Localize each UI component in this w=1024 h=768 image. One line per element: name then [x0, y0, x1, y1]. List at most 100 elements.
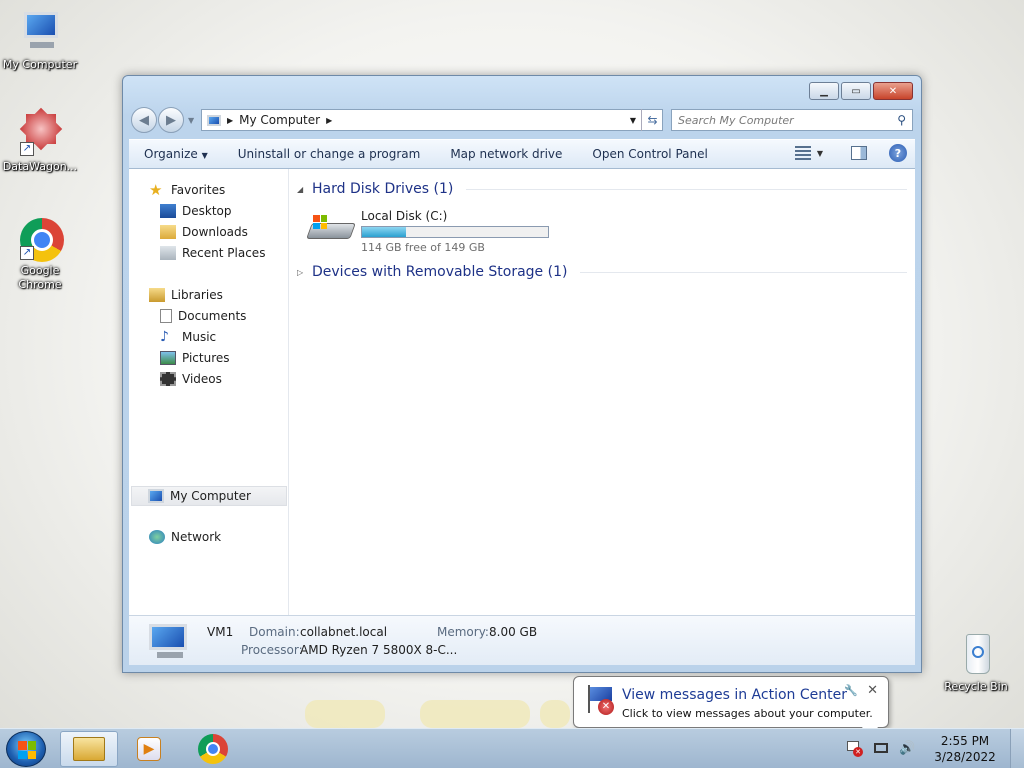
datawagon-icon: ↗: [16, 107, 64, 158]
minimize-button[interactable]: ▁: [809, 82, 839, 100]
computer-icon: [148, 489, 164, 503]
taskbar-chrome-button[interactable]: [184, 731, 242, 767]
drive-usage-fill: [362, 227, 406, 237]
computer-icon: [207, 114, 221, 126]
nav-recent-places[interactable]: Recent Places: [160, 246, 265, 260]
show-desktop-button[interactable]: [1010, 729, 1024, 768]
network-icon: [149, 530, 165, 544]
nav-videos[interactable]: Videos: [160, 372, 222, 386]
hard-drive-icon: [306, 209, 356, 245]
desktop-icon-recycle-bin[interactable]: Recycle Bin: [936, 632, 1016, 694]
breadcrumb-my-computer[interactable]: My Computer: [239, 113, 320, 127]
taskbar: ▶ ✕ 🔊 2:55 PM 3/28/2022: [0, 728, 1024, 768]
maximize-button[interactable]: ▭: [841, 82, 871, 100]
preview-pane-icon[interactable]: [851, 146, 867, 160]
desktop-icon-label: Recycle Bin: [944, 680, 1008, 693]
forward-button[interactable]: ▶: [158, 107, 184, 133]
desktop-icon-datawagon[interactable]: ↗ DataWagon...: [0, 107, 80, 174]
notification-close-button[interactable]: ✕: [867, 683, 878, 698]
desktop-icon-label: My Computer: [2, 58, 78, 71]
arrow-right-icon: ▶: [166, 112, 176, 128]
wallpaper-decoration: [540, 700, 570, 728]
star-icon: ★: [149, 181, 163, 199]
collapse-triangle-icon: ◢: [297, 184, 304, 194]
breadcrumb-arrow-icon[interactable]: ▶: [227, 116, 233, 125]
processor-label: Processor:: [241, 643, 303, 657]
processor-value: AMD Ryzen 7 5800X 8-C...: [300, 643, 458, 657]
window-controls: ▁ ▭ ✕: [809, 82, 913, 100]
address-dropdown-icon[interactable]: ▼: [630, 116, 636, 125]
command-bar: Organize ▼ Uninstall or change a program…: [129, 139, 915, 169]
drive-name: Local Disk (C:): [361, 209, 448, 223]
view-list-icon: [794, 146, 811, 160]
computer-icon: [147, 622, 191, 660]
recent-places-icon: [160, 246, 176, 260]
nav-network[interactable]: Network: [149, 530, 221, 544]
content-pane: ◢ Hard Disk Drives (1) Local Disk (C:) 1…: [289, 169, 915, 615]
change-view-button[interactable]: ▼: [794, 146, 823, 160]
film-icon: [160, 372, 176, 386]
map-network-drive-button[interactable]: Map network drive: [435, 147, 577, 161]
action-center-notification[interactable]: ✕ View messages in Action Center Click t…: [573, 676, 889, 739]
nav-desktop[interactable]: Desktop: [160, 204, 232, 218]
nav-libraries[interactable]: Libraries: [149, 288, 223, 302]
taskbar-media-player-button[interactable]: ▶: [120, 731, 178, 767]
search-box[interactable]: ⚲: [671, 109, 913, 131]
action-center-tray-icon[interactable]: ✕: [847, 741, 863, 757]
arrow-left-icon: ◀: [139, 112, 149, 128]
explorer-window[interactable]: ▁ ▭ ✕ ◀ ▶ ▼ ▶ My Computer ▶ ▼ ⇆ ⚲ Organi…: [122, 75, 922, 673]
drive-free-space: 114 GB free of 149 GB: [361, 241, 485, 254]
group-hard-disk-drives[interactable]: ◢ Hard Disk Drives (1): [297, 181, 907, 197]
drive-local-disk-c[interactable]: Local Disk (C:) 114 GB free of 149 GB: [306, 209, 549, 254]
taskbar-explorer-button[interactable]: [60, 731, 118, 767]
windows-logo-icon: [18, 741, 36, 759]
recent-pages-dropdown[interactable]: ▼: [188, 116, 194, 125]
clock[interactable]: 2:55 PM 3/28/2022: [920, 733, 1010, 765]
navigation-pane: ★ Favorites Desktop Downloads Recent Pla…: [129, 169, 289, 615]
breadcrumb-arrow-icon[interactable]: ▶: [326, 116, 332, 125]
nav-downloads[interactable]: Downloads: [160, 225, 248, 239]
maximize-icon: ▭: [851, 85, 861, 97]
help-button[interactable]: ?: [889, 144, 907, 162]
chrome-icon: ↗: [16, 216, 64, 262]
close-button[interactable]: ✕: [873, 82, 913, 100]
memory-label: Memory:: [437, 625, 489, 639]
volume-icon[interactable]: 🔊: [899, 741, 915, 757]
wallpaper-decoration: [420, 700, 530, 728]
clock-date: 3/28/2022: [934, 750, 996, 764]
settings-wrench-icon[interactable]: 🔧: [844, 684, 858, 697]
wallpaper-decoration: [305, 700, 385, 728]
nav-favorites[interactable]: ★ Favorites: [149, 181, 225, 199]
back-button[interactable]: ◀: [131, 107, 157, 133]
open-control-panel-button[interactable]: Open Control Panel: [577, 147, 722, 161]
nav-documents[interactable]: Documents: [160, 309, 246, 323]
drive-usage-bar: [361, 226, 549, 238]
notification-title[interactable]: View messages in Action Center: [622, 687, 847, 703]
start-button[interactable]: [6, 731, 46, 767]
search-input[interactable]: [678, 113, 898, 127]
nav-my-computer[interactable]: My Computer: [131, 486, 287, 506]
desktop-icon: [160, 204, 176, 218]
desktop-icon-label: DataWagon...: [2, 160, 78, 173]
desktop-icon-my-computer[interactable]: My Computer: [0, 10, 80, 72]
uninstall-program-button[interactable]: Uninstall or change a program: [223, 147, 436, 161]
chevron-down-icon: ▼: [201, 151, 208, 160]
picture-icon: [160, 351, 176, 365]
desktop-icon-google-chrome[interactable]: ↗ Google Chrome: [0, 216, 80, 292]
minimize-icon: ▁: [820, 85, 828, 97]
group-removable-storage[interactable]: ▷ Devices with Removable Storage (1): [297, 264, 907, 280]
chrome-icon: [198, 734, 228, 764]
nav-music[interactable]: ♪ Music: [160, 330, 216, 344]
refresh-button[interactable]: ⇆: [641, 109, 663, 131]
recycle-bin-icon: [952, 632, 1000, 678]
organize-button[interactable]: Organize ▼: [129, 147, 223, 161]
expand-triangle-icon: ▷: [297, 267, 304, 277]
action-center-flag-icon: ✕: [586, 685, 616, 717]
search-icon[interactable]: ⚲: [897, 113, 906, 127]
address-bar[interactable]: ▶ My Computer ▶ ▼: [201, 109, 663, 131]
music-note-icon: ♪: [160, 329, 169, 345]
nav-pictures[interactable]: Pictures: [160, 351, 230, 365]
chevron-down-icon: ▼: [816, 148, 823, 158]
network-tray-icon[interactable]: [873, 741, 889, 757]
folder-icon: [73, 737, 105, 761]
